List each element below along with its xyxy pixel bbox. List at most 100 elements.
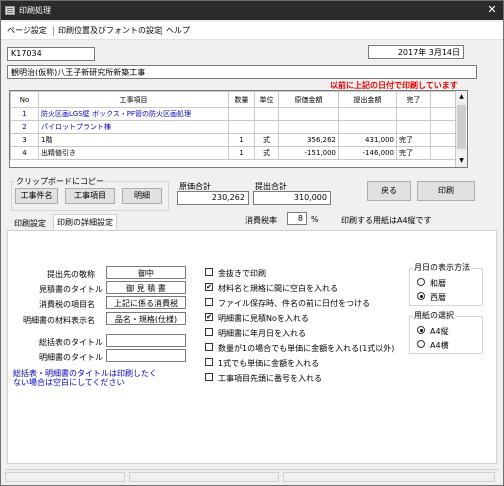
opt-unit-price-qty1-checkbox[interactable] bbox=[205, 343, 213, 351]
cell-submit: 431,000 bbox=[338, 133, 397, 147]
radio-wareki-label: 和暦 bbox=[430, 279, 446, 288]
title-bar: 印刷処理 ✕ bbox=[1, 1, 503, 20]
radio-seireki-label: 西暦 bbox=[430, 293, 446, 302]
tax-rate-unit: % bbox=[311, 215, 319, 224]
tab-print-details[interactable]: 印刷の詳細設定 bbox=[53, 214, 117, 231]
cell-submit bbox=[338, 120, 397, 134]
estimate-title-field[interactable]: 御 見 積 書 bbox=[106, 281, 186, 294]
opt-item-number-label: 工事項目先頭に番号を入れる bbox=[218, 374, 322, 383]
summary-title-label: 総括表のタイトル bbox=[39, 338, 103, 347]
scroll-down-icon[interactable]: ▼ bbox=[456, 155, 467, 167]
tax-rate-field[interactable]: 8 bbox=[287, 212, 307, 225]
tab-print-settings[interactable]: 印刷設定 bbox=[11, 216, 49, 231]
table-row[interactable]: 3 1階 1 式 356,262 431,000 完了 bbox=[10, 133, 456, 147]
summary-title-field[interactable] bbox=[106, 334, 186, 347]
opt-no-amount-checkbox[interactable] bbox=[205, 268, 213, 276]
col-header-done: 完了 bbox=[396, 91, 431, 108]
cell-filler bbox=[430, 120, 456, 134]
scroll-up-icon[interactable]: ▲ bbox=[456, 91, 467, 103]
detail-name-label: 明細書の材料表示名 bbox=[23, 316, 95, 325]
cell-cost bbox=[278, 120, 339, 134]
detail-name-field[interactable]: 品名・規格(仕様) bbox=[106, 312, 186, 325]
copy-details-button[interactable]: 明細 bbox=[122, 188, 162, 204]
cell-submit bbox=[338, 107, 397, 121]
date-field[interactable]: 2017年 3月14日 bbox=[368, 45, 464, 59]
opt-unit-price-lump-checkbox[interactable] bbox=[205, 358, 213, 366]
cell-unit bbox=[254, 107, 279, 121]
cell-item: パイロットプラント棟 bbox=[38, 120, 229, 134]
detail-title-label: 明細書のタイトル bbox=[39, 353, 103, 362]
menu-print-position-font[interactable]: 印刷位置及びフォントの設定 bbox=[58, 25, 162, 36]
cell-qty bbox=[228, 107, 255, 121]
status-bar bbox=[5, 469, 499, 483]
radio-a4-portrait-label: A4縦 bbox=[430, 327, 449, 336]
close-icon[interactable]: ✕ bbox=[483, 2, 501, 18]
radio-a4-landscape-label: A4横 bbox=[430, 341, 449, 350]
print-button[interactable]: 印刷 bbox=[417, 181, 475, 201]
opt-space-between-checkbox[interactable]: ✔ bbox=[205, 283, 213, 291]
radio-wareki[interactable] bbox=[417, 278, 425, 286]
col-header-qty: 数量 bbox=[228, 91, 255, 108]
details-tab-panel: 提出先の敬称 御中 見積書のタイトル 御 見 積 書 消費税の項目名 上記に係る… bbox=[7, 230, 497, 464]
menu-separator bbox=[161, 26, 162, 36]
cell-unit: 式 bbox=[254, 133, 279, 147]
opt-date-prefix-label: ファイル保存時、件名の前に日付をつける bbox=[218, 299, 370, 308]
copy-project-name-button[interactable]: 工事件名 bbox=[15, 188, 58, 204]
tax-item-field[interactable]: 上記に係る消費税 bbox=[106, 296, 186, 309]
code-field[interactable]: K17034 bbox=[7, 47, 95, 61]
table-row[interactable]: 2 パイロットプラント棟 bbox=[10, 120, 456, 134]
cell-qty: 1 bbox=[228, 133, 255, 147]
cell-done bbox=[396, 107, 431, 121]
cell-filler bbox=[430, 107, 456, 121]
back-button[interactable]: 戻る bbox=[367, 181, 411, 201]
cell-done: 完了 bbox=[396, 146, 431, 160]
clipboard-group-label: クリップボードにコピー bbox=[15, 176, 105, 187]
col-header-no: No bbox=[10, 91, 39, 108]
detail-title-field[interactable] bbox=[106, 349, 186, 362]
print-dialog-window: 印刷処理 ✕ ページ設定 印刷位置及びフォントの設定 ヘルプ K17034 20… bbox=[0, 0, 504, 486]
opt-estimate-no-label: 明細書に見積Noを入れる bbox=[218, 314, 309, 323]
col-header-cost: 原価金額 bbox=[278, 91, 339, 108]
opt-date-prefix-checkbox[interactable] bbox=[205, 298, 213, 306]
menu-page-setup[interactable]: ページ設定 bbox=[7, 25, 47, 36]
cell-filler bbox=[430, 133, 456, 147]
radio-a4-landscape[interactable] bbox=[417, 340, 425, 348]
cell-item: 防火区画LGS壁 ボックス・PF管の防火区画処理 bbox=[38, 107, 229, 121]
window-title: 印刷処理 bbox=[19, 6, 51, 15]
submit-total-field: 310,000 bbox=[253, 191, 331, 205]
date-display-label: 月日の表示方法 bbox=[413, 262, 471, 273]
copy-items-button[interactable]: 工事項目 bbox=[65, 188, 115, 204]
cell-cost: 356,262 bbox=[278, 133, 339, 147]
cell-qty: 1 bbox=[228, 146, 255, 160]
opt-unit-price-qty1-label: 数量が1の場合でも単価に金額を入れる(1式以外) bbox=[218, 344, 395, 353]
col-header-unit: 単位 bbox=[254, 91, 279, 108]
col-header-filler bbox=[430, 91, 456, 108]
opt-estimate-no-checkbox[interactable]: ✔ bbox=[205, 313, 213, 321]
menu-help[interactable]: ヘルプ bbox=[166, 25, 190, 36]
scroll-thumb[interactable] bbox=[457, 105, 466, 149]
cell-no: 1 bbox=[10, 107, 39, 121]
cell-unit bbox=[254, 120, 279, 134]
table-row[interactable]: 4 出精値引き 1 式 -151,000 -146,000 完了 bbox=[10, 146, 456, 160]
cell-submit: -146,000 bbox=[338, 146, 397, 160]
status-pane bbox=[129, 472, 279, 482]
table-row[interactable]: 1 防火区画LGS壁 ボックス・PF管の防火区画処理 bbox=[10, 107, 456, 121]
date-display-group bbox=[409, 268, 483, 306]
opt-item-number-checkbox[interactable] bbox=[205, 373, 213, 381]
cell-qty bbox=[228, 120, 255, 134]
cost-total-field: 230,262 bbox=[177, 191, 249, 205]
radio-a4-portrait[interactable] bbox=[417, 326, 425, 334]
col-header-submit: 提出金額 bbox=[338, 91, 397, 108]
paper-size-note: 印刷する用紙はA4縦です bbox=[341, 216, 432, 225]
grid-scrollbar[interactable]: ▲ ▼ bbox=[455, 91, 467, 167]
addressee-field[interactable]: 御中 bbox=[106, 266, 186, 279]
radio-seireki[interactable] bbox=[417, 292, 425, 300]
opt-date-on-detail-checkbox[interactable] bbox=[205, 328, 213, 336]
cell-filler bbox=[430, 146, 456, 160]
cell-cost bbox=[278, 107, 339, 121]
menu-bar: ページ設定 印刷位置及びフォントの設定 ヘルプ bbox=[1, 22, 503, 40]
cell-item: 1階 bbox=[38, 133, 229, 147]
project-name-field[interactable]: 観明治(仮称)八王子新研究所新築工事 bbox=[7, 65, 477, 79]
addressee-label: 提出先の敬称 bbox=[47, 270, 95, 279]
items-grid[interactable]: No 工事項目 数量 単位 原価金額 提出金額 完了 1 防火区画LGS壁 ボッ… bbox=[9, 90, 468, 168]
